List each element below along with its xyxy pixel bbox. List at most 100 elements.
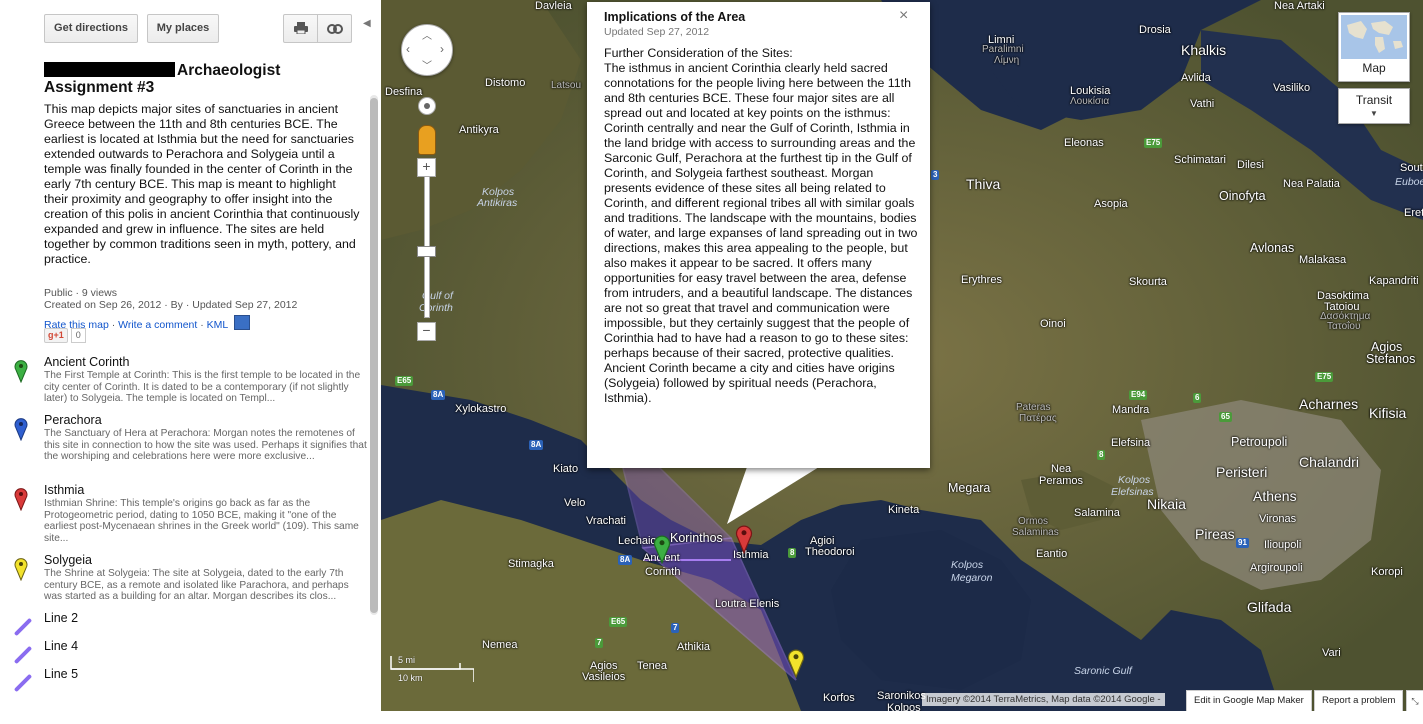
line-item-5[interactable]: Line 5: [0, 667, 368, 693]
my-places-button[interactable]: My places: [147, 14, 219, 43]
line-name[interactable]: Line 2: [44, 611, 78, 625]
ancient-corinth-marker[interactable]: [653, 534, 671, 564]
place-label: Tenea: [637, 660, 667, 672]
collapse-panel-icon[interactable]: ◀: [363, 18, 371, 29]
get-directions-button[interactable]: Get directions: [44, 14, 138, 43]
place-item-ancient-corinth[interactable]: Ancient Corinth The First Temple at Cori…: [0, 355, 368, 414]
place-label: Eret: [1404, 207, 1423, 219]
map-attribution: Imagery ©2014 TerraMetrics, Map data ©20…: [922, 693, 1165, 706]
link-icon[interactable]: [317, 14, 352, 43]
place-item-isthmia[interactable]: Isthmia Isthmian Shrine: This temple's o…: [0, 483, 368, 553]
place-label: Argiroupoli: [1250, 562, 1303, 574]
pegman-icon[interactable]: [418, 125, 436, 155]
road-shield: E65: [395, 376, 414, 386]
map-type-button[interactable]: Map: [1338, 12, 1410, 82]
road-shield: 8A: [529, 440, 544, 450]
place-label: Megara: [948, 481, 991, 495]
place-label: Malakasa: [1299, 254, 1347, 266]
zoom-slider-handle[interactable]: [417, 246, 436, 257]
place-label: Stimagka: [508, 558, 554, 570]
place-name[interactable]: Solygeia: [44, 553, 92, 567]
road-shield: E75: [1144, 138, 1163, 148]
place-label: Paralimni: [982, 44, 1024, 55]
pan-right-icon[interactable]: ›: [440, 42, 444, 56]
place-name[interactable]: Perachora: [44, 413, 102, 427]
close-icon[interactable]: ×: [899, 7, 908, 25]
redacted-name: [44, 62, 175, 77]
solygeia-marker[interactable]: [787, 648, 805, 678]
place-item-solygeia[interactable]: Solygeia The Shrine at Solygeia: The sit…: [0, 553, 368, 612]
line-item-2[interactable]: Line 2: [0, 611, 368, 637]
place-label: Λουκίσια: [1070, 96, 1110, 107]
map-type-label[interactable]: Map: [1339, 61, 1409, 75]
place-description: Isthmian Shrine: This temple's origins g…: [44, 498, 359, 545]
place-label: Elefsina: [1111, 437, 1151, 449]
place-label: Skourta: [1129, 276, 1167, 288]
popup-body: Further Consideration of the Sites: The …: [604, 46, 922, 406]
gplus-count: 0: [70, 328, 86, 343]
place-label: Asopia: [1094, 198, 1128, 210]
place-label: Koropi: [1371, 566, 1403, 578]
pan-left-icon[interactable]: ‹: [406, 42, 410, 56]
place-label: Lechaio: [618, 535, 657, 547]
place-label: Salaminas: [1012, 527, 1059, 538]
place-label: Oinofyta: [1219, 189, 1266, 203]
earth-icon[interactable]: [233, 315, 250, 330]
gplus-button[interactable]: g+1: [44, 328, 68, 343]
place-name[interactable]: Ancient Corinth: [44, 355, 129, 369]
bottom-strip: [0, 711, 1423, 724]
road-shield: 6: [1193, 393, 1202, 403]
road-shield: E65: [609, 617, 628, 627]
sidebar-scrollbar-thumb[interactable]: [370, 98, 378, 613]
map-title: Archaeologist Assignment #3: [44, 62, 281, 96]
kml-link[interactable]: KML: [207, 319, 228, 331]
line-name[interactable]: Line 5: [44, 667, 78, 681]
place-label: Antikyra: [459, 124, 499, 136]
pan-up-icon[interactable]: ︿: [422, 27, 432, 42]
place-label: Antikiras: [477, 197, 518, 209]
scale-kilometers: 10 km: [398, 673, 423, 683]
place-label: Kifisia: [1369, 405, 1407, 421]
place-label: Πατέρας: [1019, 413, 1057, 424]
zoom-in-button[interactable]: +: [417, 158, 436, 177]
line-item-4[interactable]: Line 4: [0, 639, 368, 665]
map-description: This map depicts major sites of sanctuar…: [44, 102, 360, 266]
place-label: Vathi: [1190, 98, 1215, 110]
popup-tail: [727, 467, 817, 524]
report-problem-button[interactable]: Report a problem: [1314, 690, 1404, 712]
place-label: Velo: [564, 497, 586, 509]
transit-label[interactable]: Transit: [1339, 93, 1409, 107]
location-icon[interactable]: [418, 97, 436, 115]
zoom-out-button[interactable]: −: [417, 322, 436, 341]
place-label: Erythres: [961, 274, 1002, 286]
place-label: Nikaia: [1147, 496, 1186, 512]
place-label: Dilesi: [1237, 159, 1264, 171]
social-bar: g+1 0: [44, 328, 86, 343]
place-label: Theodoroi: [805, 546, 855, 558]
place-label: Petroupoli: [1231, 435, 1288, 449]
place-label: Sout: [1400, 162, 1423, 174]
place-item-perachora[interactable]: Perachora The Sanctuary of Hera at Perac…: [0, 413, 368, 485]
place-label: Pireas: [1195, 526, 1235, 542]
write-comment-link[interactable]: Write a comment: [118, 319, 197, 331]
road-shield: 3: [931, 170, 940, 180]
place-label: Kolpos: [1118, 474, 1151, 486]
road-shield: 8A: [431, 390, 446, 400]
print-icon[interactable]: [283, 14, 318, 43]
road-shield: 91: [1236, 538, 1249, 548]
chevron-down-icon[interactable]: ▼: [1370, 109, 1378, 118]
edit-map-maker-button[interactable]: Edit in Google Map Maker: [1186, 690, 1312, 712]
line-name[interactable]: Line 4: [44, 639, 78, 653]
place-label: Schimatari: [1174, 154, 1226, 166]
place-label: Vironas: [1259, 513, 1297, 525]
road-shield: 8: [788, 548, 797, 558]
expand-icon[interactable]: ⤡: [1406, 690, 1423, 712]
place-label: Athens: [1253, 488, 1297, 504]
isthmia-marker[interactable]: [735, 524, 753, 554]
place-label: Nea Artaki: [1274, 0, 1325, 12]
pan-control[interactable]: ︿ ‹ › ﹀: [401, 24, 453, 76]
pan-down-icon[interactable]: ﹀: [422, 57, 432, 72]
place-label: Avlida: [1181, 72, 1211, 84]
transit-button[interactable]: Transit ▼: [1338, 88, 1410, 124]
place-name[interactable]: Isthmia: [44, 483, 84, 497]
